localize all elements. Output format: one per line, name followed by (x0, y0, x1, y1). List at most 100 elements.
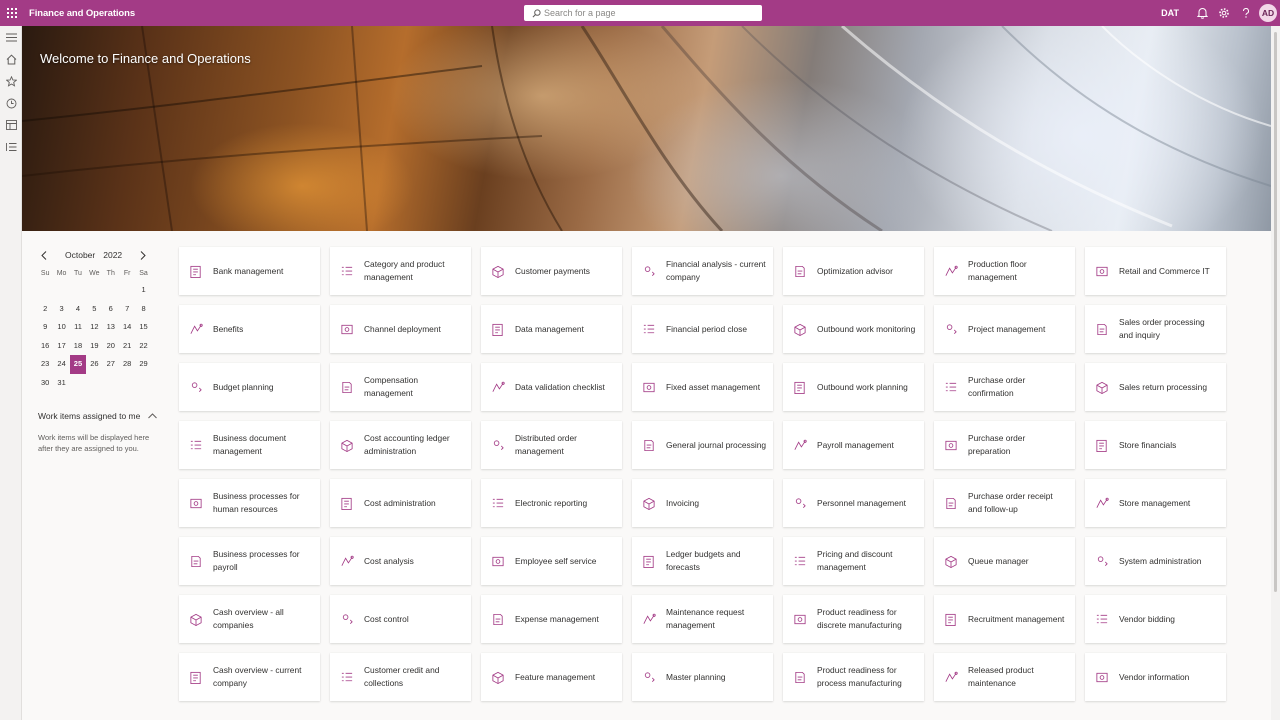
workspace-tile[interactable]: Bank management (179, 247, 320, 295)
calendar-day[interactable]: 16 (37, 337, 53, 356)
calendar-day[interactable]: 21 (119, 337, 135, 356)
workspace-tile[interactable]: Personnel management (783, 479, 924, 527)
workspace-tile[interactable]: Purchase order confirmation (934, 363, 1075, 411)
calendar-day[interactable]: 4 (70, 300, 86, 319)
workspace-tile[interactable]: Payroll management (783, 421, 924, 469)
workspace-tile[interactable]: Business processes for payroll (179, 537, 320, 585)
calendar-day[interactable]: 7 (119, 300, 135, 319)
workspace-tile[interactable]: Customer payments (481, 247, 622, 295)
calendar-day[interactable]: 3 (53, 300, 69, 319)
app-launcher-icon[interactable] (1, 0, 23, 26)
company-picker[interactable]: DAT (1161, 8, 1179, 18)
calendar-day[interactable]: 30 (37, 374, 53, 393)
workspace-tile[interactable]: Data validation checklist (481, 363, 622, 411)
workspace-tile[interactable]: Maintenance request management (632, 595, 773, 643)
workspace-tile[interactable]: Product readiness for discrete manufactu… (783, 595, 924, 643)
calendar-day[interactable]: 18 (70, 337, 86, 356)
workspace-tile[interactable]: Benefits (179, 305, 320, 353)
workspace-tile[interactable]: Outbound work planning (783, 363, 924, 411)
workspace-tile[interactable]: Feature management (481, 653, 622, 701)
clock-icon[interactable] (0, 92, 22, 114)
home-icon[interactable] (0, 48, 22, 70)
calendar-day[interactable]: 12 (86, 318, 102, 337)
workspace-tile[interactable]: Sales return processing (1085, 363, 1226, 411)
calendar-day[interactable]: 26 (86, 355, 102, 374)
help-icon[interactable] (1235, 0, 1257, 26)
workspace-tile[interactable]: Financial period close (632, 305, 773, 353)
calendar-day[interactable]: 11 (70, 318, 86, 337)
workspace-tile[interactable]: Invoicing (632, 479, 773, 527)
workspace-tile[interactable]: Customer credit and collections (330, 653, 471, 701)
search-box[interactable] (524, 5, 762, 21)
workspace-tile[interactable]: Vendor bidding (1085, 595, 1226, 643)
workspace-tile[interactable]: Production floor management (934, 247, 1075, 295)
workspace-tile[interactable]: Store management (1085, 479, 1226, 527)
calendar-day[interactable]: 13 (103, 318, 119, 337)
calendar-day[interactable]: 19 (86, 337, 102, 356)
gear-icon[interactable] (1213, 0, 1235, 26)
workspace-tile[interactable]: Sales order processing and inquiry (1085, 305, 1226, 353)
workspace-tile[interactable]: Retail and Commerce IT (1085, 247, 1226, 295)
calendar-day[interactable]: 31 (53, 374, 69, 393)
search-input[interactable] (544, 8, 744, 18)
workspace-tile[interactable]: Employee self service (481, 537, 622, 585)
workspace-tile[interactable]: Business document management (179, 421, 320, 469)
menu-icon[interactable] (0, 26, 22, 48)
calendar-day[interactable]: 24 (53, 355, 69, 374)
workspace-tile[interactable]: Data management (481, 305, 622, 353)
scrollbar[interactable] (1271, 26, 1280, 720)
calendar-day[interactable]: 5 (86, 300, 102, 319)
workspace-tile[interactable]: System administration (1085, 537, 1226, 585)
calendar-day[interactable]: 15 (135, 318, 151, 337)
workspace-tile[interactable]: Master planning (632, 653, 773, 701)
workspace-tile[interactable]: Store financials (1085, 421, 1226, 469)
workspace-tile[interactable]: Cash overview - current company (179, 653, 320, 701)
workspace-tile[interactable]: Distributed order management (481, 421, 622, 469)
workspace-tile[interactable]: Electronic reporting (481, 479, 622, 527)
calendar-day[interactable]: 28 (119, 355, 135, 374)
calendar-day[interactable]: 10 (53, 318, 69, 337)
workspace-tile[interactable]: Purchase order receipt and follow-up (934, 479, 1075, 527)
calendar-day[interactable]: 29 (135, 355, 151, 374)
workspace-tile[interactable]: Cost administration (330, 479, 471, 527)
calendar-day[interactable]: 27 (103, 355, 119, 374)
workspace-tile[interactable]: Compensation management (330, 363, 471, 411)
calendar-day[interactable]: 23 (37, 355, 53, 374)
previous-month-icon[interactable] (37, 247, 51, 263)
calendar-year[interactable]: 2022 (103, 250, 122, 260)
calendar-day[interactable]: 1 (135, 281, 151, 300)
workspace-tile[interactable]: Cost accounting ledger administration (330, 421, 471, 469)
workspace-tile[interactable]: Category and product management (330, 247, 471, 295)
workspace-tile[interactable]: Recruitment management (934, 595, 1075, 643)
workspace-tile[interactable]: Financial analysis - current company (632, 247, 773, 295)
calendar-day[interactable]: 20 (103, 337, 119, 356)
calendar-day[interactable]: 6 (103, 300, 119, 319)
list-icon[interactable] (0, 136, 22, 158)
avatar[interactable]: AD (1259, 4, 1277, 22)
workspace-tile[interactable]: Channel deployment (330, 305, 471, 353)
calendar-month[interactable]: October (65, 250, 95, 260)
workspace-tile[interactable]: Product readiness for process manufactur… (783, 653, 924, 701)
workspace-tile[interactable]: Expense management (481, 595, 622, 643)
star-icon[interactable] (0, 70, 22, 92)
workspace-tile[interactable]: Project management (934, 305, 1075, 353)
next-month-icon[interactable] (136, 247, 150, 263)
workspace-tile[interactable]: Fixed asset management (632, 363, 773, 411)
workspace-tile[interactable]: Outbound work monitoring (783, 305, 924, 353)
workspace-tile[interactable]: Vendor information (1085, 653, 1226, 701)
workspace-tile[interactable]: Released product maintenance (934, 653, 1075, 701)
workspace-tile[interactable]: Cost control (330, 595, 471, 643)
workspace-icon[interactable] (0, 114, 22, 136)
calendar-day[interactable]: 17 (53, 337, 69, 356)
calendar-day[interactable]: 9 (37, 318, 53, 337)
workspace-tile[interactable]: Business processes for human resources (179, 479, 320, 527)
workspace-tile[interactable]: Optimization advisor (783, 247, 924, 295)
app-title[interactable]: Finance and Operations (29, 8, 135, 19)
bell-icon[interactable] (1191, 0, 1213, 26)
workspace-tile[interactable]: Purchase order preparation (934, 421, 1075, 469)
workspace-tile[interactable]: Cost analysis (330, 537, 471, 585)
calendar-day-selected[interactable]: 25 (69, 355, 87, 374)
chevron-up-icon[interactable] (148, 413, 158, 419)
workspace-tile[interactable]: Queue manager (934, 537, 1075, 585)
workspace-tile[interactable]: Cash overview - all companies (179, 595, 320, 643)
